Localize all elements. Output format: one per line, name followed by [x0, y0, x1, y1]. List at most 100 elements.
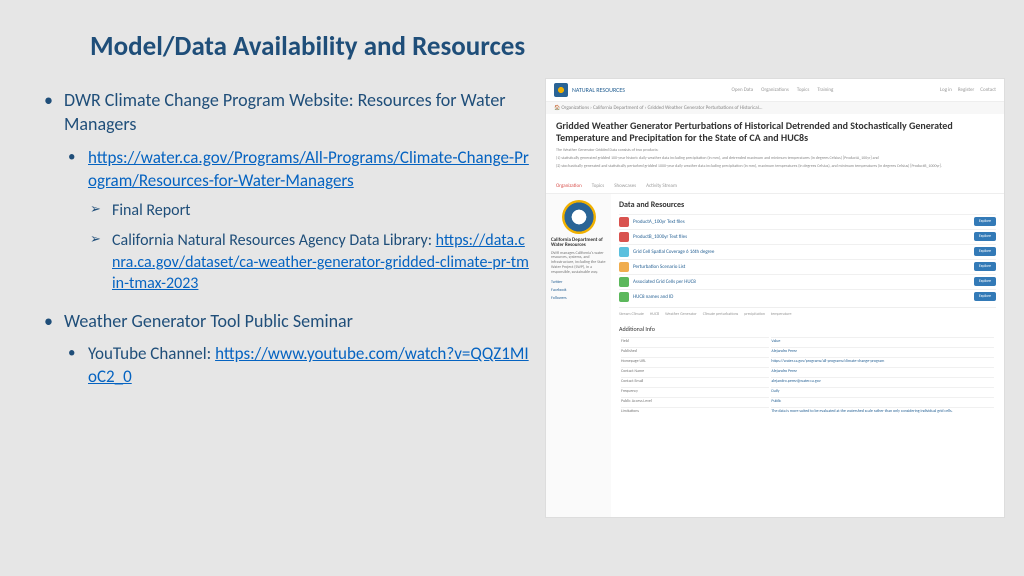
info-key: Contact Email [621, 377, 769, 385]
embedded-screenshot: NATURAL RESOURCES Open Data Organization… [545, 78, 1005, 518]
table-row: LimitationsThe data is more suited to be… [621, 407, 994, 415]
info-key: Frequency [621, 387, 769, 395]
info-key: Public Access Level [621, 397, 769, 405]
bullet-text: DWR Climate Change Program Website: Reso… [64, 89, 506, 135]
info-key: Limitations [621, 407, 769, 415]
resource-label[interactable]: Grid Cell Spatial Coverage 6 16th degree [633, 249, 970, 255]
section-heading: Data and Resources [619, 200, 996, 210]
info-value: alejandro.perez@water.ca.gov [771, 377, 994, 385]
main-content: Data and Resources ProductA_100yr Text f… [611, 194, 1004, 517]
login-link[interactable]: Log in [940, 87, 952, 93]
info-value: Value [771, 337, 994, 345]
crumb-item[interactable]: California Department of [593, 105, 644, 111]
desc-para: The Weather Generator Gridded Data consi… [556, 148, 994, 153]
org-name: California Department of Water Resources [551, 238, 606, 249]
bullet-text: California Natural Resources Agency Data… [112, 231, 436, 250]
resource-label[interactable]: ProductA_100yr Text files [633, 219, 970, 225]
tag[interactable]: HUC8 [650, 312, 659, 317]
info-value: The data is more suited to be evaluated … [771, 407, 994, 415]
slide-title: Model/Data Availability and Resources [90, 30, 984, 63]
nav-item[interactable]: Organizations [761, 87, 789, 93]
file-icon [619, 277, 629, 287]
tag[interactable]: Climate perturbations [703, 312, 739, 317]
bullet-column: DWR Climate Change Program Website: Reso… [40, 88, 530, 518]
tag[interactable]: precipitation [744, 312, 765, 317]
explore-button[interactable]: Explore [974, 232, 996, 241]
bullet-text: Final Report [112, 201, 191, 220]
resource-row: HUC8 names and ID Explore [619, 289, 996, 304]
bullet-item: DWR Climate Change Program Website: Reso… [40, 88, 530, 295]
top-links: Log in Register Contact [940, 87, 996, 93]
resource-list: ProductA_100yr Text filesExploreProductB… [619, 214, 996, 304]
bullet-item: Final Report [88, 200, 530, 222]
info-key: Published [621, 347, 769, 355]
explore-button[interactable]: Explore [974, 247, 996, 256]
sidebar: California Department of Water Resources… [546, 194, 611, 517]
explore-button[interactable]: Explore [974, 262, 996, 271]
screenshot-column: NATURAL RESOURCES Open Data Organization… [545, 78, 1005, 518]
tag[interactable]: Weather Generator [665, 312, 697, 317]
sidebar-link[interactable]: Twitter [551, 280, 606, 285]
info-key: Field [621, 337, 769, 345]
org-desc: DWR manages California's water resources… [551, 252, 606, 276]
bullet-item: YouTube Channel: https://www.youtube.com… [64, 343, 530, 389]
resource-label[interactable]: Perturbation Scenario List [633, 264, 970, 270]
tag[interactable]: temperature [771, 312, 792, 317]
dataset-title: Gridded Weather Generator Perturbations … [546, 114, 1004, 148]
tag[interactable]: Stream Climate [619, 312, 644, 317]
info-value: Alejandro Perez [771, 347, 994, 355]
sidebar-link[interactable]: Facebook [551, 288, 606, 293]
desc-para: (2) stochastically generated and statist… [556, 164, 994, 169]
nav-item[interactable]: Topics [797, 87, 809, 93]
info-value: Public [771, 397, 994, 405]
file-icon [619, 232, 629, 242]
table-row: Contact NameAlejandro Perez [621, 367, 994, 375]
bullet-item: California Natural Resources Agency Data… [88, 230, 530, 295]
file-icon [619, 247, 629, 257]
resource-row: ProductB_1000yr Text files Explore [619, 229, 996, 244]
tab-organization[interactable]: Organization [556, 183, 582, 189]
resource-row: Associated Grid Cells per HUC8 Explore [619, 274, 996, 289]
bullet-text: YouTube Channel: [88, 343, 215, 364]
resource-row: ProductA_100yr Text files Explore [619, 214, 996, 229]
site-logo: NATURAL RESOURCES [554, 83, 625, 97]
table-row: Contact Emailalejandro.perez@water.ca.go… [621, 377, 994, 385]
resource-label[interactable]: ProductB_1000yr Text files [633, 234, 970, 240]
breadcrumb: 🏠 Organizations › California Department … [546, 102, 1004, 114]
explore-button[interactable]: Explore [974, 277, 996, 286]
contact-link[interactable]: Contact [980, 87, 996, 93]
logo-icon [554, 83, 568, 97]
top-nav: Open Data Organizations Topics Training [732, 87, 834, 93]
org-seal-icon [562, 200, 596, 234]
nav-item[interactable]: Open Data [732, 87, 754, 93]
table-row: PublishedAlejandro Perez [621, 347, 994, 355]
file-icon [619, 262, 629, 272]
explore-button[interactable]: Explore [974, 217, 996, 226]
tab-topics[interactable]: Topics [592, 183, 604, 189]
table-row: FrequencyDaily [621, 387, 994, 395]
section-heading: Additional Info [619, 325, 996, 333]
info-value: https://water.ca.gov/programs/all-progra… [771, 357, 994, 365]
file-icon [619, 217, 629, 227]
info-value: Alejandro Perez [771, 367, 994, 375]
table-row: FieldValue [621, 337, 994, 345]
program-link[interactable]: https://water.ca.gov/Programs/All-Progra… [88, 147, 529, 191]
register-link[interactable]: Register [958, 87, 974, 93]
resource-label[interactable]: Associated Grid Cells per HUC8 [633, 279, 970, 285]
sidebar-link[interactable]: Followers [551, 296, 606, 301]
resource-label[interactable]: HUC8 names and ID [633, 294, 970, 300]
crumb-home[interactable]: Organizations [561, 105, 589, 111]
info-table: FieldValuePublishedAlejandro PerezHomepa… [619, 335, 996, 417]
desc-para: (1) statistically generated gridded 100-… [556, 156, 994, 161]
table-row: Public Access LevelPublic [621, 397, 994, 405]
table-row: Homepage URLhttps://water.ca.gov/program… [621, 357, 994, 365]
explore-button[interactable]: Explore [974, 292, 996, 301]
tabs-row: Organization Topics Showcases Activity S… [546, 179, 1004, 193]
nav-item[interactable]: Training [817, 87, 833, 93]
bullet-item: Weather Generator Tool Public Seminar Yo… [40, 309, 530, 389]
slide-content: DWR Climate Change Program Website: Reso… [40, 88, 984, 518]
info-value: Daily [771, 387, 994, 395]
tab-showcases[interactable]: Showcases [614, 183, 636, 189]
tab-activity[interactable]: Activity Stream [646, 183, 677, 189]
logo-text: NATURAL RESOURCES [572, 86, 625, 94]
